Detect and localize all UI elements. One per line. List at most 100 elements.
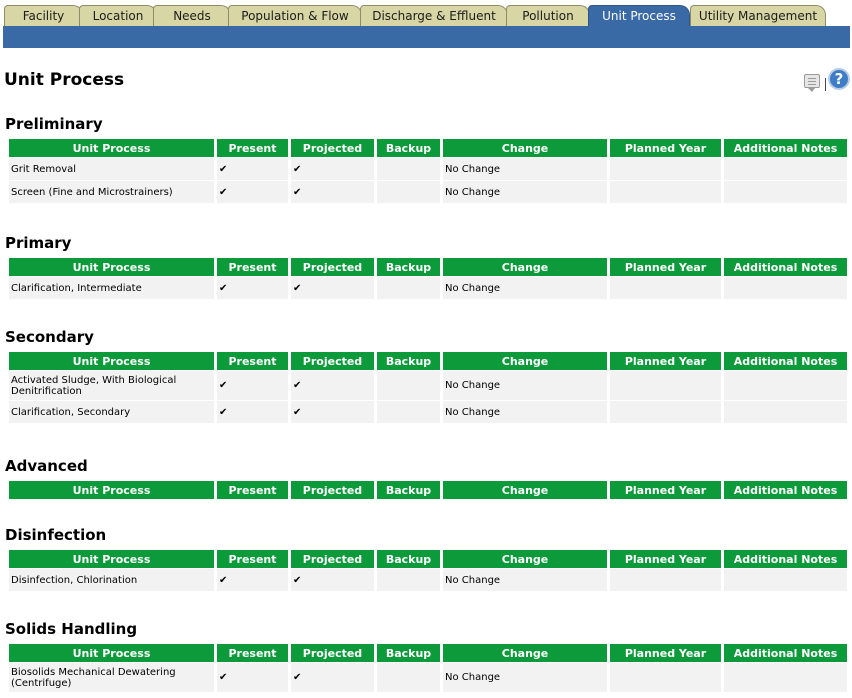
table-row[interactable]: Activated Sludge, With Biological Denitr… [9,371,847,400]
tab-discharge-effluent[interactable]: Discharge & Effluent [360,5,508,26]
column-header-projected[interactable]: Projected [291,481,374,499]
cell-backup [377,277,440,299]
column-header-additional-notes[interactable]: Additional Notes [724,352,847,370]
cell-present: ✔ [217,277,288,299]
table-row[interactable]: Disinfection, Chlorination ✔ ✔ No Change [9,569,847,591]
cell-additional-notes [724,401,847,423]
tab-unit-process[interactable]: Unit Process [588,5,690,26]
tab-needs[interactable]: Needs [153,5,231,26]
tab-pollution[interactable]: Pollution [506,5,590,26]
column-header-additional-notes[interactable]: Additional Notes [724,550,847,568]
column-header-additional-notes[interactable]: Additional Notes [724,258,847,276]
column-header-unit-process[interactable]: Unit Process [9,481,214,499]
column-header-unit-process[interactable]: Unit Process [9,550,214,568]
cell-present: ✔ [217,371,288,400]
table-row[interactable]: Screen (Fine and Microstrainers) ✔ ✔ No Cha… [9,181,847,203]
column-header-planned-year[interactable]: Planned Year [610,352,721,370]
tab-population-flow[interactable]: Population & Flow [228,5,362,26]
cell-projected: ✔ [291,569,374,591]
cell-planned-year [610,569,721,591]
column-header-change[interactable]: Change [443,139,607,157]
cell-present: ✔ [217,663,288,692]
check-icon: ✔ [293,406,302,418]
check-icon: ✔ [293,574,302,586]
column-header-planned-year[interactable]: Planned Year [610,139,721,157]
cell-present: ✔ [217,569,288,591]
column-header-backup[interactable]: Backup [377,550,440,568]
table-row[interactable]: Clarification, Secondary ✔ ✔ No Change [9,401,847,423]
column-header-projected[interactable]: Projected [291,644,374,662]
column-header-change[interactable]: Change [443,481,607,499]
help-icon[interactable]: ? [828,68,850,90]
column-header-projected[interactable]: Projected [291,139,374,157]
cell-planned-year [610,401,721,423]
column-header-planned-year[interactable]: Planned Year [610,550,721,568]
column-header-projected[interactable]: Projected [291,258,374,276]
column-header-backup[interactable]: Backup [377,258,440,276]
column-header-present[interactable]: Present [217,644,288,662]
cell-backup [377,569,440,591]
table-header-row: Unit Process Present Projected Backup Change… [9,481,847,499]
column-header-backup[interactable]: Backup [377,352,440,370]
table-primary: Unit Process Present Projected Backup Change… [6,257,850,300]
column-header-change[interactable]: Change [443,258,607,276]
check-icon: ✔ [219,282,228,294]
column-header-additional-notes[interactable]: Additional Notes [724,644,847,662]
column-header-change[interactable]: Change [443,352,607,370]
check-icon: ✔ [219,186,228,198]
check-icon: ✔ [293,186,302,198]
cell-unit-process: Screen (Fine and Microstrainers) [9,181,214,203]
column-header-unit-process[interactable]: Unit Process [9,644,214,662]
tab-location[interactable]: Location [79,5,157,26]
cell-additional-notes [724,158,847,180]
cell-present: ✔ [217,158,288,180]
column-header-present[interactable]: Present [217,258,288,276]
cell-unit-process: Clarification, Secondary [9,401,214,423]
column-header-backup[interactable]: Backup [377,644,440,662]
tab-bar: Facility Location Needs Population & Flo… [0,0,852,26]
check-icon: ✔ [219,672,228,683]
column-header-projected[interactable]: Projected [291,550,374,568]
cell-unit-process: Clarification, Intermediate [9,277,214,299]
column-header-present[interactable]: Present [217,352,288,370]
table-row[interactable]: Clarification, Intermediate ✔ ✔ No Change [9,277,847,299]
column-header-change[interactable]: Change [443,550,607,568]
cell-change: No Change [443,277,607,299]
column-header-additional-notes[interactable]: Additional Notes [724,139,847,157]
cell-unit-process: Biosolids Mechanical Dewatering (Centrif… [9,663,214,692]
cell-unit-process: Activated Sludge, With Biological Denitr… [9,371,214,400]
column-header-unit-process[interactable]: Unit Process [9,258,214,276]
cell-unit-process: Grit Removal [9,158,214,180]
tab-utility-management[interactable]: Utility Management [690,5,826,26]
cell-change: No Change [443,181,607,203]
comment-icon[interactable] [804,74,820,92]
table-advanced: Unit Process Present Projected Backup Change… [6,480,850,500]
section-title-advanced: Advanced [5,457,88,475]
table-row[interactable]: Biosolids Mechanical Dewatering (Centrif… [9,663,847,692]
table-header-row: Unit Process Present Projected Backup Change… [9,644,847,662]
cell-planned-year [610,663,721,692]
cell-backup [377,371,440,400]
cell-present: ✔ [217,401,288,423]
check-icon: ✔ [293,672,302,683]
column-header-projected[interactable]: Projected [291,352,374,370]
tab-content-bar [3,26,850,48]
column-header-backup[interactable]: Backup [377,139,440,157]
column-header-present[interactable]: Present [217,481,288,499]
table-header-row: Unit Process Present Projected Backup Change… [9,139,847,157]
column-header-planned-year[interactable]: Planned Year [610,644,721,662]
cell-planned-year [610,181,721,203]
column-header-unit-process[interactable]: Unit Process [9,139,214,157]
check-icon: ✔ [293,380,302,391]
check-icon: ✔ [219,406,228,418]
column-header-backup[interactable]: Backup [377,481,440,499]
column-header-planned-year[interactable]: Planned Year [610,258,721,276]
column-header-present[interactable]: Present [217,139,288,157]
column-header-planned-year[interactable]: Planned Year [610,481,721,499]
tab-facility[interactable]: Facility [4,5,83,26]
column-header-present[interactable]: Present [217,550,288,568]
column-header-additional-notes[interactable]: Additional Notes [724,481,847,499]
table-row[interactable]: Grit Removal ✔ ✔ No Change [9,158,847,180]
column-header-unit-process[interactable]: Unit Process [9,352,214,370]
column-header-change[interactable]: Change [443,644,607,662]
